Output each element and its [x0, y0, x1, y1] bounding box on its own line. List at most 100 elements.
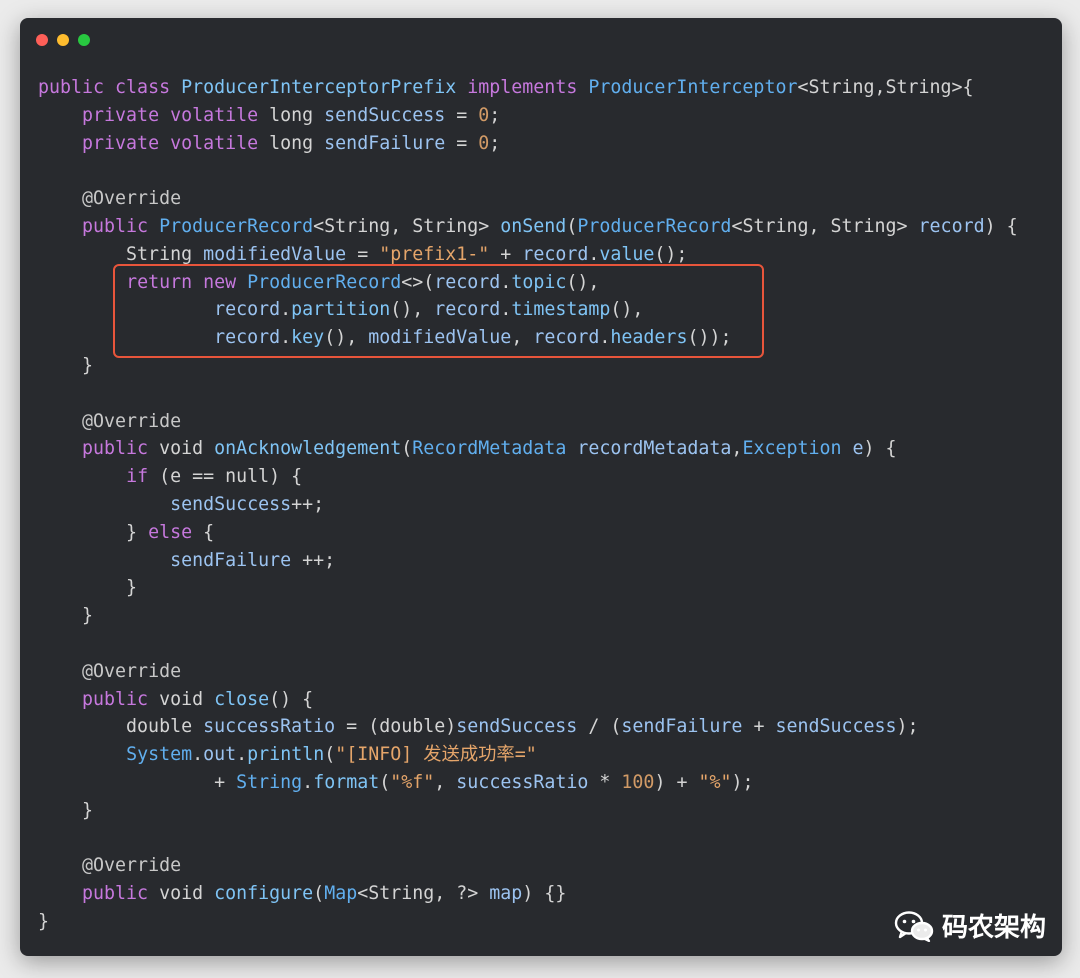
code-token: out	[203, 744, 237, 766]
code-line: @Override	[38, 408, 1018, 436]
code-token: );	[731, 771, 754, 793]
code-token: +	[742, 716, 776, 738]
code-line: if (e == null) {	[38, 463, 1018, 491]
code-token: ) +	[654, 771, 699, 793]
code-token: double	[38, 716, 204, 738]
code-line: }	[38, 574, 1018, 602]
code-token: (	[313, 883, 325, 905]
code-token: ();	[654, 243, 688, 265]
maximize-window-button[interactable]	[78, 34, 90, 46]
code-token: println	[247, 744, 325, 766]
code-token: if	[126, 466, 160, 488]
code-token: @Override	[82, 188, 182, 210]
code-token: .	[588, 243, 600, 265]
code-token: ;	[489, 104, 501, 126]
code-token: private volatile	[82, 132, 270, 154]
code-line: } else {	[38, 519, 1018, 547]
code-token: record	[522, 243, 589, 265]
code-token: "[INFO] 发送成功率="	[335, 744, 537, 766]
code-token: RecordMetadata	[412, 438, 578, 460]
code-token: public	[82, 688, 160, 710]
code-line: public class ProducerInterceptorPrefix i…	[38, 74, 1018, 102]
code-token: record	[918, 215, 985, 237]
code-line: @Override	[38, 852, 1018, 880]
code-line: + String.format("%f", successRatio * 100…	[38, 769, 1018, 797]
code-line: sendFailure ++;	[38, 547, 1018, 575]
code-token: modifiedValue	[203, 243, 347, 265]
code-token: sendFailure	[170, 549, 292, 571]
window-controls	[36, 34, 90, 46]
watermark: 码农架构	[894, 907, 1046, 944]
code-token: =	[445, 132, 479, 154]
code-line: public void close() {	[38, 686, 1018, 714]
code-token: long	[269, 132, 325, 154]
code-token: 0	[478, 104, 490, 126]
code-token: void	[159, 438, 215, 460]
code-token: ++;	[291, 549, 336, 571]
code-token: void	[159, 688, 215, 710]
code-token: map	[489, 883, 523, 905]
close-window-button[interactable]	[36, 34, 48, 46]
code-token: Map	[324, 883, 358, 905]
code-token: );	[896, 716, 919, 738]
wechat-icon	[894, 910, 934, 942]
code-token: <String, ?>	[357, 883, 490, 905]
code-token: public	[38, 77, 116, 98]
code-block: public class ProducerInterceptorPrefix i…	[38, 74, 1018, 936]
code-token: }	[38, 577, 138, 599]
code-line: double successRatio = (double)sendSucces…	[38, 713, 1018, 741]
code-token: else	[148, 521, 204, 543]
code-token: (	[379, 771, 391, 793]
code-line: public ProducerRecord<String, String> on…	[38, 213, 1018, 241]
code-token: public	[82, 438, 160, 460]
code-token: value	[599, 243, 655, 265]
code-token: ) {	[984, 215, 1018, 237]
code-token: implements	[467, 77, 589, 98]
code-line: private volatile long sendSuccess = 0;	[38, 102, 1018, 130]
code-token: 0	[478, 132, 490, 154]
code-token: (	[324, 744, 336, 766]
code-line: private volatile long sendFailure = 0;	[38, 130, 1018, 158]
code-token: / (	[577, 716, 622, 738]
code-token: String	[38, 243, 204, 265]
code-line: }	[38, 602, 1018, 630]
code-token: "%"	[698, 771, 732, 793]
code-token: e	[852, 438, 864, 460]
code-token: (e == null) {	[159, 466, 303, 488]
code-token: () {	[269, 688, 314, 710]
minimize-window-button[interactable]	[57, 34, 69, 46]
code-token: successRatio	[203, 716, 336, 738]
code-token: }	[38, 354, 94, 376]
code-token: ,	[434, 771, 457, 793]
code-token: ProducerRecord	[577, 215, 732, 237]
code-token: <String, String>	[731, 215, 919, 237]
code-token: class	[115, 77, 182, 98]
code-token: format	[313, 771, 380, 793]
code-token: "%f"	[390, 771, 435, 793]
code-token: }	[38, 910, 50, 932]
code-line: @Override	[38, 658, 1018, 686]
code-token: 100	[621, 771, 655, 793]
code-token: {	[203, 521, 215, 543]
code-token: (	[401, 438, 413, 460]
code-token: }	[38, 521, 149, 543]
code-token: successRatio	[456, 771, 589, 793]
code-token: Exception	[742, 438, 853, 460]
code-token: ) {}	[522, 883, 567, 905]
code-token: "prefix1-"	[379, 243, 490, 265]
code-token: ProducerRecord	[159, 215, 314, 237]
code-token: @Override	[82, 660, 182, 682]
code-line: }	[38, 908, 1018, 936]
watermark-text: 码农架构	[941, 913, 1046, 943]
code-token: configure	[214, 883, 314, 905]
code-token: ++;	[291, 493, 325, 515]
